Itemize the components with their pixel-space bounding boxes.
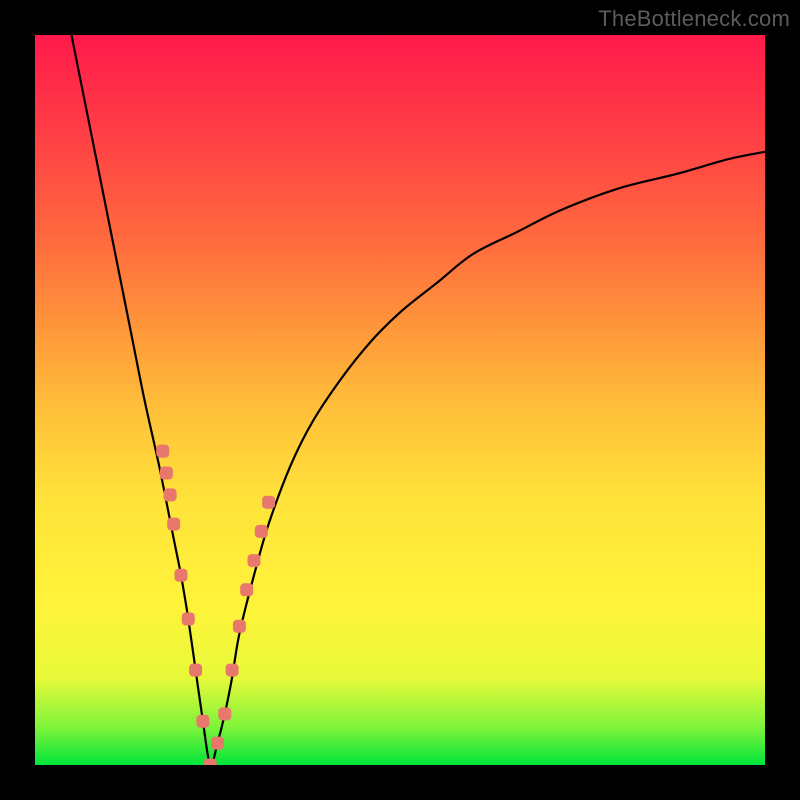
data-marker <box>226 664 239 677</box>
data-marker <box>189 664 202 677</box>
data-marker <box>218 707 231 720</box>
markers-group <box>156 445 275 765</box>
data-marker <box>233 620 246 633</box>
data-marker <box>211 737 224 750</box>
watermark-text: TheBottleneck.com <box>598 6 790 32</box>
data-marker <box>196 715 209 728</box>
data-marker <box>167 518 180 531</box>
data-marker <box>175 569 188 582</box>
data-marker <box>164 488 177 501</box>
data-marker <box>240 583 253 596</box>
plot-area <box>35 35 765 765</box>
data-marker <box>160 467 173 480</box>
data-marker <box>255 525 268 538</box>
chart-frame: TheBottleneck.com <box>0 0 800 800</box>
data-marker <box>156 445 169 458</box>
chart-overlay <box>35 35 765 765</box>
bottleneck-curve <box>72 35 766 765</box>
data-marker <box>182 613 195 626</box>
data-marker <box>262 496 275 509</box>
data-marker <box>248 554 261 567</box>
data-marker <box>204 759 217 766</box>
